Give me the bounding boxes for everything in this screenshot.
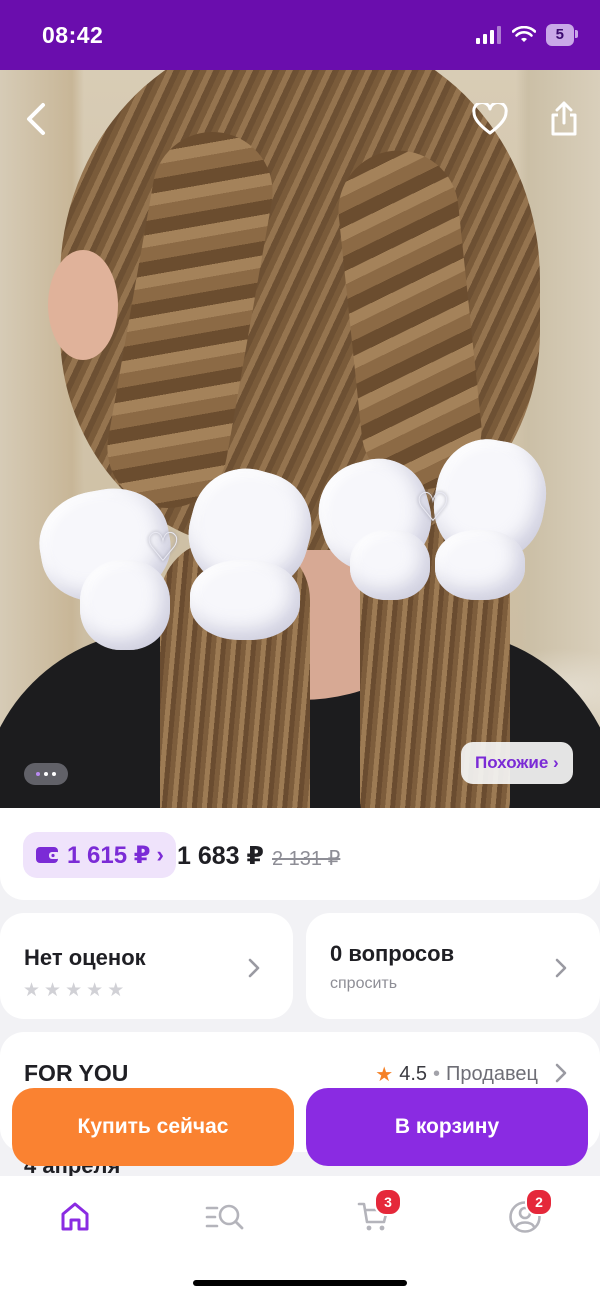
- chevron-right-icon: [555, 958, 567, 978]
- share-icon: [551, 101, 577, 136]
- seller-rating-value: 4.5: [399, 1063, 428, 1085]
- similar-button[interactable]: Похожие ›: [461, 742, 573, 784]
- tab-profile[interactable]: 2: [495, 1188, 555, 1238]
- status-bar: 08:42 5: [0, 0, 600, 70]
- star-icon: ★: [86, 980, 104, 1001]
- photo-bow-right: ♡: [307, 430, 555, 610]
- buy-now-button[interactable]: Купить сейчас: [12, 1088, 294, 1166]
- star-icon: ★: [107, 980, 125, 1001]
- back-icon: [27, 103, 45, 135]
- star-icon: ★: [44, 980, 62, 1001]
- wallet-icon: [36, 847, 60, 863]
- product-image[interactable]: ♡ ♡ Похожие ›: [0, 70, 600, 808]
- price-card: 1 615 ₽ › 1 683 ₽ 2 131 ₽: [0, 808, 600, 900]
- wifi-icon: [511, 26, 536, 42]
- tab-cart[interactable]: 3: [344, 1188, 404, 1238]
- home-icon: [61, 1202, 89, 1231]
- seller-label: Продавец: [446, 1063, 538, 1085]
- chevron-right-icon: [555, 1063, 567, 1083]
- wallet-price-chip[interactable]: 1 615 ₽ ›: [23, 832, 176, 878]
- photo-ear: [48, 250, 118, 360]
- chevron-right-icon: ›: [156, 842, 164, 867]
- home-indicator[interactable]: [193, 1280, 407, 1286]
- catalog-search-icon: [205, 1204, 244, 1230]
- tab-home[interactable]: [45, 1196, 105, 1238]
- rating-stars: ★ ★ ★ ★ ★: [23, 979, 124, 1002]
- old-price: 2 131 ₽: [272, 848, 341, 870]
- signal-icon: [475, 26, 501, 44]
- cart-badge: 3: [374, 1188, 402, 1216]
- photo-bow-left: ♡: [31, 450, 324, 650]
- wallet-price: 1 615 ₽: [67, 841, 151, 869]
- tab-catalog[interactable]: [195, 1196, 255, 1238]
- questions-title: 0 вопросов: [330, 941, 455, 966]
- tab-bar: 3 2: [0, 1176, 600, 1297]
- ratings-title: Нет оценок: [24, 945, 146, 970]
- questions-card[interactable]: 0 вопросов спросить: [306, 913, 600, 1019]
- price: 1 683 ₽: [177, 842, 264, 870]
- seller-name: FOR YOU: [24, 1060, 129, 1086]
- favorite-button[interactable]: [466, 95, 514, 143]
- ratings-card[interactable]: Нет оценок ★ ★ ★ ★ ★: [0, 913, 293, 1019]
- heart-icon: [472, 103, 508, 135]
- add-to-cart-button[interactable]: В корзину: [306, 1088, 588, 1166]
- star-icon: ★: [65, 980, 83, 1001]
- back-button[interactable]: [12, 95, 60, 143]
- separator-dot: •: [433, 1063, 441, 1085]
- share-button[interactable]: [540, 95, 588, 143]
- profile-badge: 2: [525, 1188, 553, 1216]
- star-icon: ★: [375, 1064, 394, 1086]
- status-time: 08:42: [42, 22, 104, 48]
- status-icons: 5: [475, 24, 579, 46]
- seller-rating: ★ 4.5 • Продавец: [375, 1062, 538, 1087]
- ask-question-link[interactable]: спросить: [330, 975, 397, 993]
- gallery-pagination: [24, 763, 68, 785]
- battery-indicator: 5: [545, 24, 579, 46]
- chevron-right-icon: [248, 958, 260, 978]
- star-icon: ★: [23, 980, 41, 1001]
